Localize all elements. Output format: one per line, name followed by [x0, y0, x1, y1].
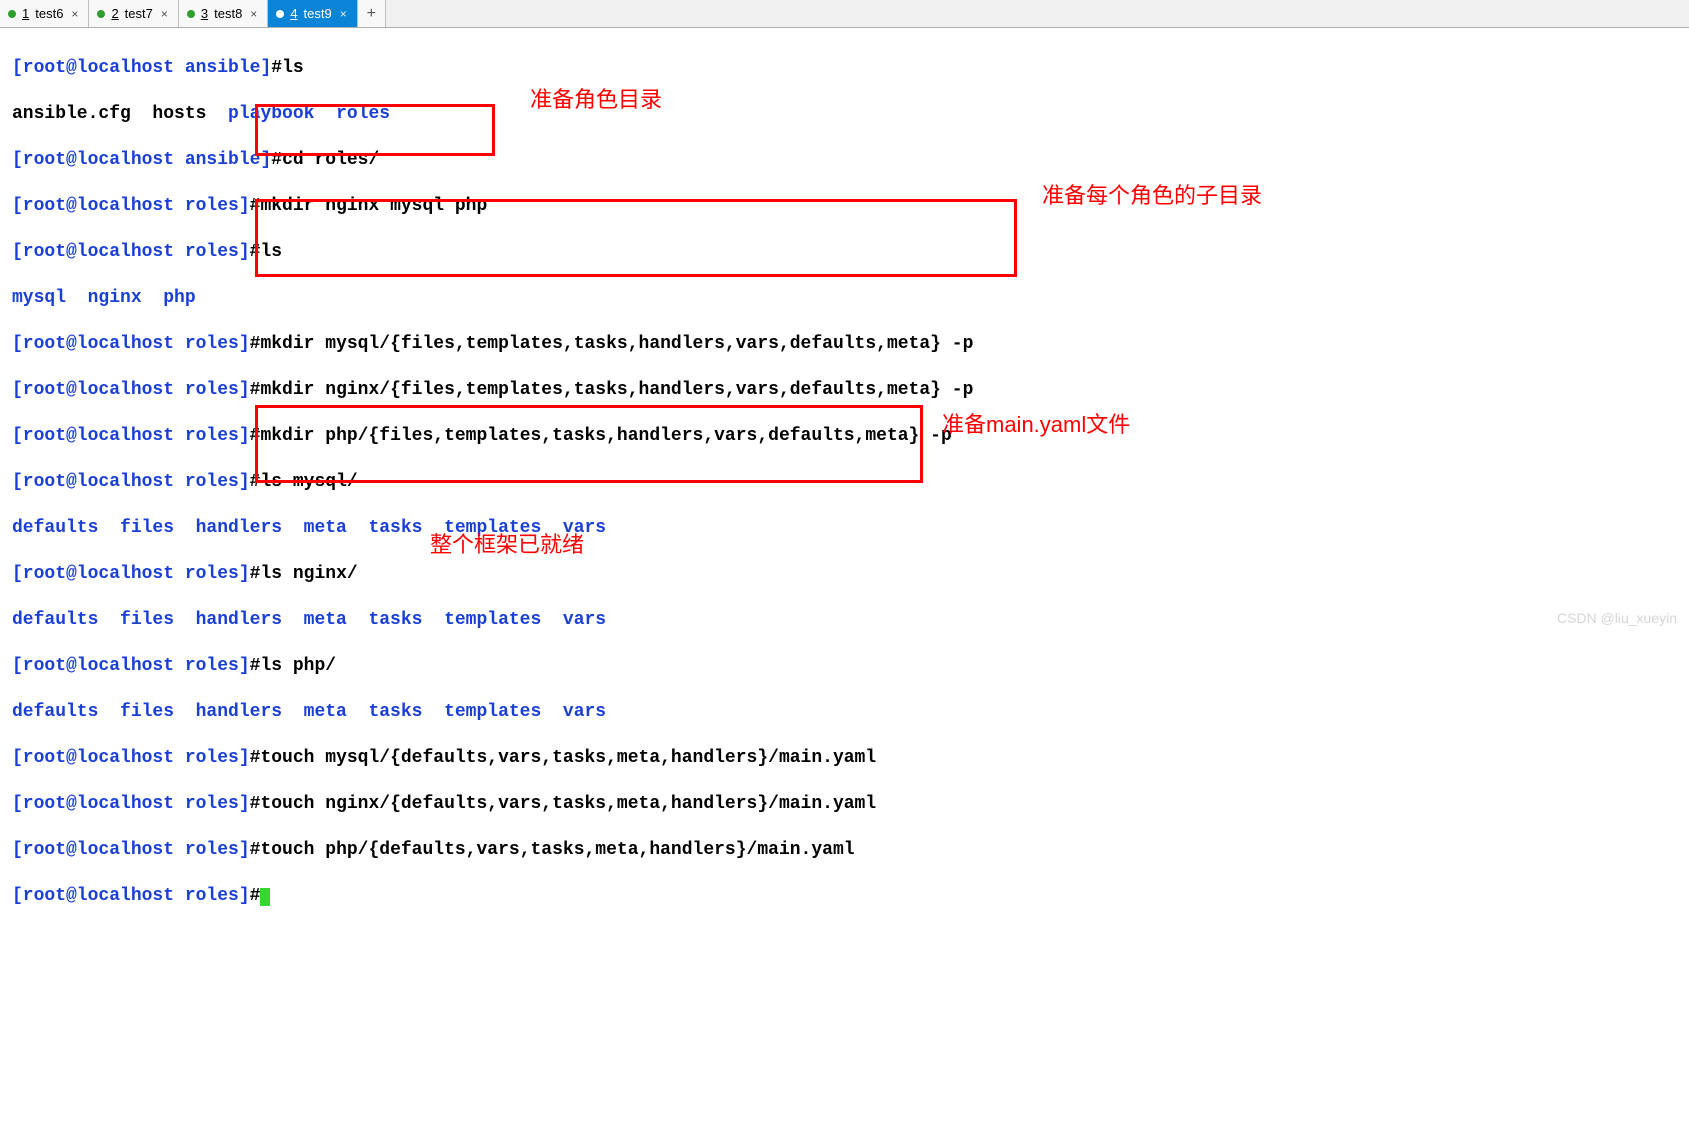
tab-num: 1: [22, 6, 29, 21]
tab-label: test8: [214, 6, 242, 21]
command: touch php/{defaults,vars,tasks,meta,hand…: [260, 840, 854, 860]
prompt: [root@localhost roles]: [12, 196, 250, 216]
prompt: [root@localhost roles]: [12, 242, 250, 262]
close-icon[interactable]: ×: [248, 7, 259, 21]
tab-2[interactable]: 2 test7 ×: [89, 0, 178, 27]
hash: #: [250, 748, 261, 768]
prompt: [root@localhost roles]: [12, 380, 250, 400]
command: cd roles/: [282, 150, 379, 170]
output-dirs: defaults files handlers meta tasks templ…: [12, 610, 606, 630]
tab-1[interactable]: 1 test6 ×: [0, 0, 89, 27]
status-dot-icon: [8, 10, 16, 18]
status-dot-icon: [276, 10, 284, 18]
hash: #: [250, 426, 261, 446]
tab-label: test6: [35, 6, 63, 21]
annotation-2: 准备每个角色的子目录: [1042, 184, 1262, 207]
hash: #: [250, 380, 261, 400]
tab-label: test7: [125, 6, 153, 21]
command: touch mysql/{defaults,vars,tasks,meta,ha…: [260, 748, 876, 768]
tab-num: 2: [111, 6, 118, 21]
prompt: [root@localhost ansible]: [12, 150, 271, 170]
output-dirs: mysql nginx php: [12, 288, 196, 308]
command: mkdir nginx/{files,templates,tasks,handl…: [260, 380, 973, 400]
new-tab-button[interactable]: +: [358, 0, 386, 27]
prompt: [root@localhost roles]: [12, 564, 250, 584]
hash: #: [271, 58, 282, 78]
output-text: ansible.cfg hosts: [12, 104, 228, 124]
command: ls php/: [260, 656, 336, 676]
hash: #: [250, 472, 261, 492]
hash: #: [250, 886, 261, 906]
cursor-icon: [260, 888, 270, 906]
status-dot-icon: [187, 10, 195, 18]
command: mkdir mysql/{files,templates,tasks,handl…: [260, 334, 973, 354]
annotation-4: 整个框架已就绪: [430, 533, 584, 556]
hash: #: [250, 196, 261, 216]
prompt: [root@localhost roles]: [12, 472, 250, 492]
tab-num: 4: [290, 6, 297, 21]
tab-3[interactable]: 3 test8 ×: [179, 0, 268, 27]
hash: #: [250, 564, 261, 584]
annotation-1: 准备角色目录: [530, 88, 662, 111]
hash: #: [250, 794, 261, 814]
prompt: [root@localhost roles]: [12, 334, 250, 354]
prompt: [root@localhost roles]: [12, 794, 250, 814]
close-icon[interactable]: ×: [69, 7, 80, 21]
tab-label: test9: [304, 6, 332, 21]
hash: #: [250, 242, 261, 262]
command: ls: [260, 242, 282, 262]
command: ls nginx/: [260, 564, 357, 584]
command: ls: [282, 58, 304, 78]
hash: #: [271, 150, 282, 170]
terminal-output[interactable]: [root@localhost ansible]#ls ansible.cfg …: [0, 28, 1689, 1138]
prompt: [root@localhost roles]: [12, 426, 250, 446]
annotation-3: 准备main.yaml文件: [942, 413, 1130, 436]
close-icon[interactable]: ×: [159, 7, 170, 21]
output-dirs: defaults files handlers meta tasks templ…: [12, 702, 606, 722]
prompt: [root@localhost roles]: [12, 656, 250, 676]
tab-num: 3: [201, 6, 208, 21]
close-icon[interactable]: ×: [338, 7, 349, 21]
tab-4[interactable]: 4 test9 ×: [268, 0, 357, 27]
prompt: [root@localhost roles]: [12, 840, 250, 860]
hash: #: [250, 840, 261, 860]
status-dot-icon: [97, 10, 105, 18]
hash: #: [250, 656, 261, 676]
hash: #: [250, 334, 261, 354]
command: mkdir nginx mysql php: [260, 196, 487, 216]
tab-bar: 1 test6 × 2 test7 × 3 test8 × 4 test9 × …: [0, 0, 1689, 28]
watermark: CSDN @liu_xueyin: [1557, 610, 1677, 626]
prompt: [root@localhost roles]: [12, 748, 250, 768]
command: ls mysql/: [260, 472, 357, 492]
prompt: [root@localhost ansible]: [12, 58, 271, 78]
command: mkdir php/{files,templates,tasks,handler…: [260, 426, 951, 446]
output-dirs: playbook roles: [228, 104, 390, 124]
plus-icon: +: [367, 5, 376, 23]
prompt: [root@localhost roles]: [12, 886, 250, 906]
command: touch nginx/{defaults,vars,tasks,meta,ha…: [260, 794, 876, 814]
